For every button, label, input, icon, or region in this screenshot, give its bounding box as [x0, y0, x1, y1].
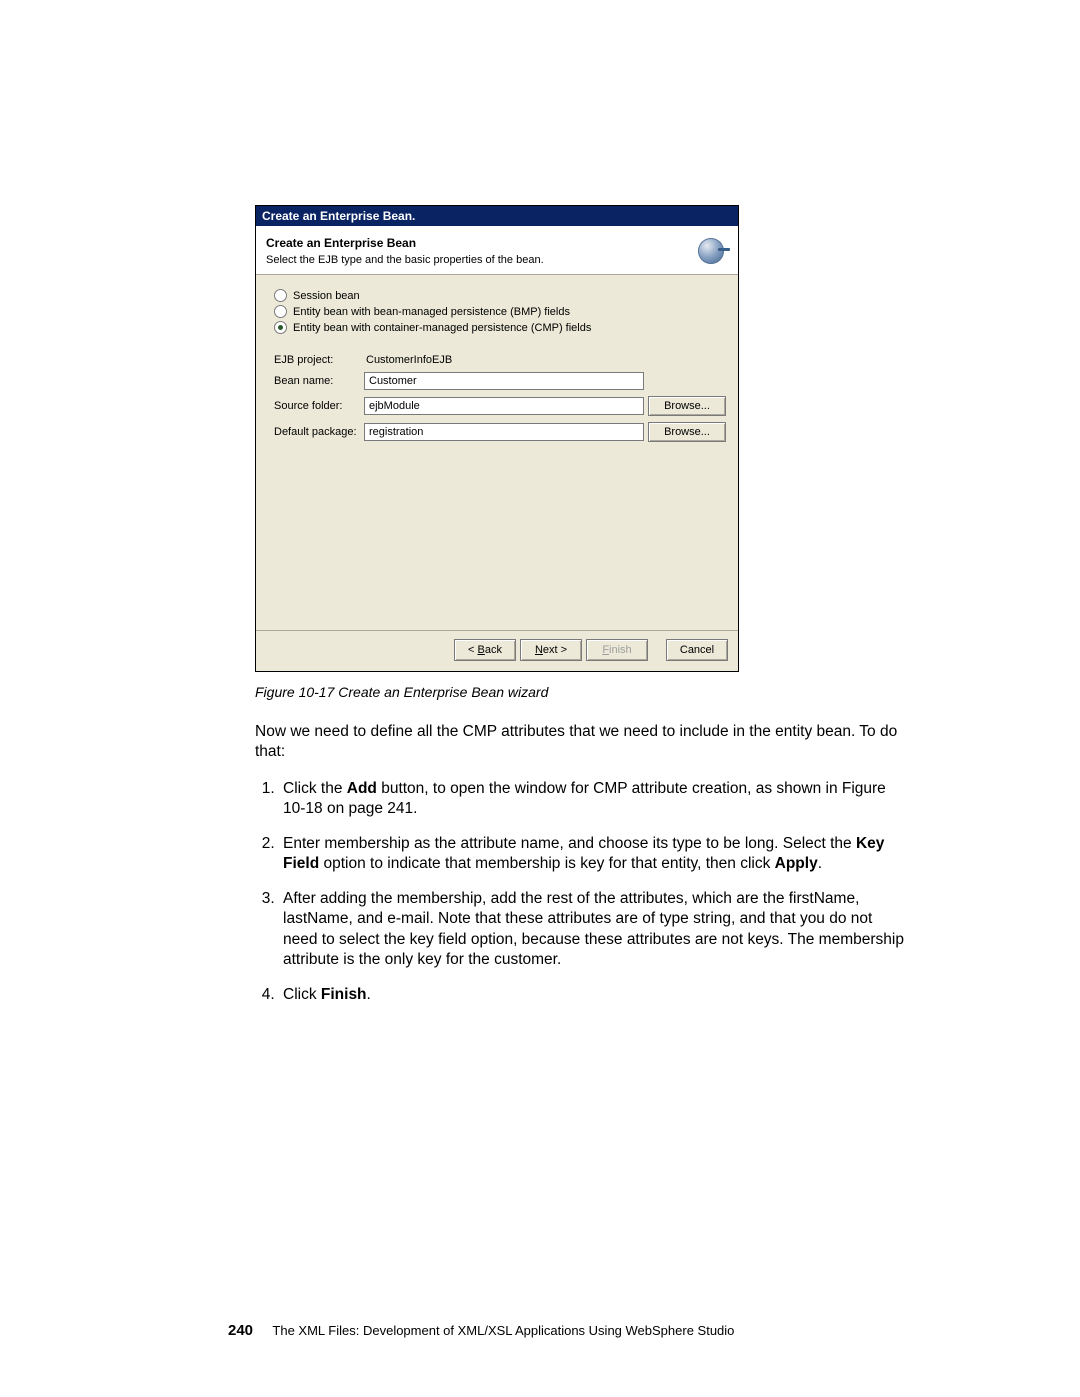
- radio-label: Entity bean with container-managed persi…: [293, 322, 591, 334]
- browse-source-folder-button[interactable]: Browse...: [648, 396, 726, 416]
- browse-default-package-button[interactable]: Browse...: [648, 422, 726, 442]
- intro-paragraph: Now we need to define all the CMP attrib…: [255, 722, 905, 763]
- finish-button[interactable]: Finish: [586, 639, 648, 661]
- label-ejb-project: EJB project:: [274, 354, 360, 366]
- dialog-header-text: Create an Enterprise Bean Select the EJB…: [266, 236, 686, 266]
- step-4: Click Finish.: [279, 985, 905, 1005]
- figure-caption: Figure 10-17 Create an Enterprise Bean w…: [255, 684, 905, 700]
- label-source-folder: Source folder:: [274, 400, 360, 412]
- radio-session[interactable]: Session bean: [274, 289, 726, 302]
- radio-icon: [274, 305, 287, 318]
- form-grid: EJB project: CustomerInfoEJB Bean name: …: [274, 354, 726, 442]
- label-default-package: Default package:: [274, 426, 360, 438]
- input-bean-name[interactable]: [364, 372, 644, 390]
- step-3: After adding the membership, add the res…: [279, 889, 905, 971]
- input-default-package[interactable]: [364, 423, 644, 441]
- radio-label: Session bean: [293, 290, 360, 302]
- page-footer: 240 The XML Files: Development of XML/XS…: [0, 1322, 1080, 1339]
- cancel-button[interactable]: Cancel: [666, 639, 728, 661]
- dialog-filler: [274, 442, 726, 630]
- dialog-header-desc: Select the EJB type and the basic proper…: [266, 254, 686, 266]
- radio-cmp[interactable]: Entity bean with container-managed persi…: [274, 321, 726, 334]
- dialog-footer: < Back Next > Finish Cancel: [256, 630, 738, 671]
- page-number: 240: [228, 1322, 253, 1339]
- radio-icon: [274, 321, 287, 334]
- page: Create an Enterprise Bean. Create an Ent…: [0, 0, 1080, 1397]
- radio-icon: [274, 289, 287, 302]
- back-button[interactable]: < Back: [454, 639, 516, 661]
- input-source-folder[interactable]: [364, 397, 644, 415]
- radio-label: Entity bean with bean-managed persistenc…: [293, 306, 570, 318]
- label-bean-name: Bean name:: [274, 375, 360, 387]
- dialog-titlebar[interactable]: Create an Enterprise Bean.: [256, 206, 738, 226]
- step-1: Click the Add button, to open the window…: [279, 779, 905, 820]
- radio-bmp[interactable]: Entity bean with bean-managed persistenc…: [274, 305, 726, 318]
- value-ejb-project: CustomerInfoEJB: [364, 354, 644, 366]
- dialog-header-title: Create an Enterprise Bean: [266, 236, 686, 250]
- bean-icon: [694, 234, 728, 268]
- steps-list: Click the Add button, to open the window…: [255, 779, 905, 1005]
- create-bean-dialog: Create an Enterprise Bean. Create an Ent…: [255, 205, 739, 672]
- dialog-body: Session bean Entity bean with bean-manag…: [256, 275, 738, 630]
- step-2: Enter membership as the attribute name, …: [279, 834, 905, 875]
- dialog-header: Create an Enterprise Bean Select the EJB…: [256, 226, 738, 275]
- next-button[interactable]: Next >: [520, 639, 582, 661]
- book-title: The XML Files: Development of XML/XSL Ap…: [272, 1323, 734, 1338]
